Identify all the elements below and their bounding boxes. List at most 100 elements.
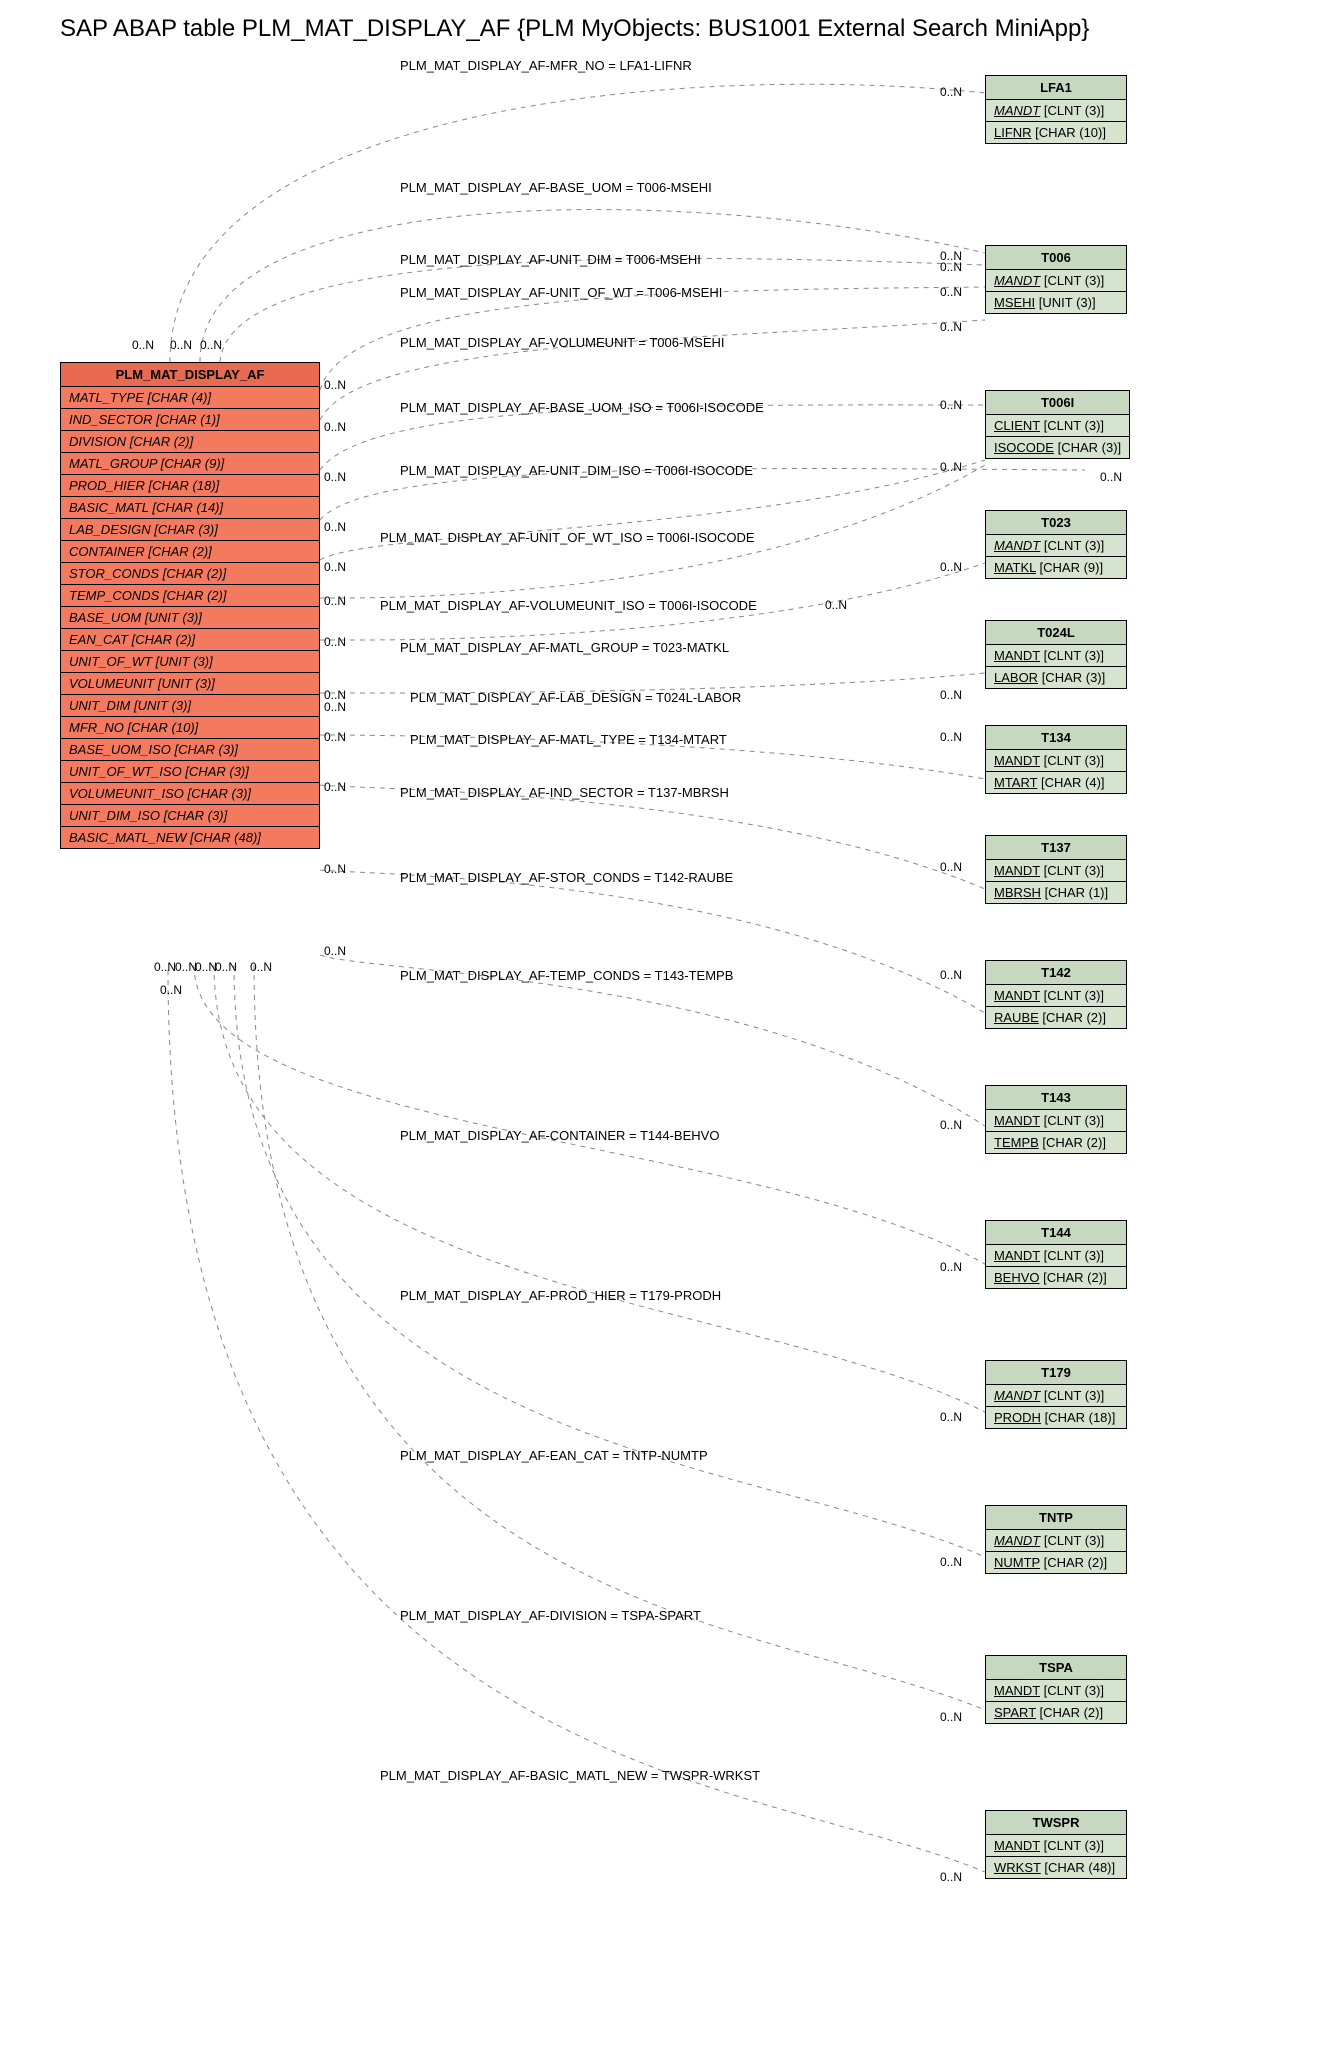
cardinality-label: 0..N xyxy=(940,860,962,874)
ref-entity-twspr: TWSPRMANDT [CLNT (3)]WRKST [CHAR (48)] xyxy=(985,1810,1127,1879)
entity-header: TSPA xyxy=(986,1656,1126,1680)
cardinality-label: 0..N xyxy=(200,338,222,352)
ref-entity-t137: T137MANDT [CLNT (3)]MBRSH [CHAR (1)] xyxy=(985,835,1127,904)
main-entity: PLM_MAT_DISPLAY_AFMATL_TYPE [CHAR (4)]IN… xyxy=(60,362,320,849)
entity-header: T023 xyxy=(986,511,1126,535)
cardinality-label: 0..N xyxy=(940,260,962,274)
relationship-label: PLM_MAT_DISPLAY_AF-UNIT_OF_WT_ISO = T006… xyxy=(380,530,755,545)
ref-entity-t134: T134MANDT [CLNT (3)]MTART [CHAR (4)] xyxy=(985,725,1127,794)
relationship-label: PLM_MAT_DISPLAY_AF-BASIC_MATL_NEW = TWSP… xyxy=(380,1768,760,1783)
entity-header: TWSPR xyxy=(986,1811,1126,1835)
cardinality-label: 0..N xyxy=(324,730,346,744)
relationship-label: PLM_MAT_DISPLAY_AF-CONTAINER = T144-BEHV… xyxy=(400,1128,719,1143)
entity-field: TEMP_CONDS [CHAR (2)] xyxy=(61,585,319,607)
entity-header: T142 xyxy=(986,961,1126,985)
relationship-edges xyxy=(0,0,1335,2046)
cardinality-label: 0..N xyxy=(940,1410,962,1424)
relationship-label: PLM_MAT_DISPLAY_AF-EAN_CAT = TNTP-NUMTP xyxy=(400,1448,708,1463)
entity-field: MANDT [CLNT (3)] xyxy=(986,1245,1126,1267)
ref-entity-t143: T143MANDT [CLNT (3)]TEMPB [CHAR (2)] xyxy=(985,1085,1127,1154)
relationship-label: PLM_MAT_DISPLAY_AF-PROD_HIER = T179-PROD… xyxy=(400,1288,721,1303)
entity-header: T144 xyxy=(986,1221,1126,1245)
entity-field: MTART [CHAR (4)] xyxy=(986,772,1126,793)
ref-entity-tspa: TSPAMANDT [CLNT (3)]SPART [CHAR (2)] xyxy=(985,1655,1127,1724)
entity-field: MANDT [CLNT (3)] xyxy=(986,1385,1126,1407)
cardinality-label: 0..N xyxy=(132,338,154,352)
entity-field: BEHVO [CHAR (2)] xyxy=(986,1267,1126,1288)
cardinality-label: 0..N xyxy=(170,338,192,352)
relationship-label: PLM_MAT_DISPLAY_AF-UNIT_DIM_ISO = T006I-… xyxy=(400,463,753,478)
diagram-title: SAP ABAP table PLM_MAT_DISPLAY_AF {PLM M… xyxy=(60,15,1089,43)
cardinality-label: 0..N xyxy=(215,960,237,974)
cardinality-label: 0..N xyxy=(940,1555,962,1569)
entity-field: TEMPB [CHAR (2)] xyxy=(986,1132,1126,1153)
entity-header: PLM_MAT_DISPLAY_AF xyxy=(61,363,319,387)
relationship-label: PLM_MAT_DISPLAY_AF-BASE_UOM = T006-MSEHI xyxy=(400,180,712,195)
entity-field: MANDT [CLNT (3)] xyxy=(986,1835,1126,1857)
ref-entity-t006: T006MANDT [CLNT (3)]MSEHI [UNIT (3)] xyxy=(985,245,1127,314)
cardinality-label: 0..N xyxy=(154,960,176,974)
ref-entity-t024l: T024LMANDT [CLNT (3)]LABOR [CHAR (3)] xyxy=(985,620,1127,689)
cardinality-label: 0..N xyxy=(940,1870,962,1884)
entity-header: T143 xyxy=(986,1086,1126,1110)
relationship-label: PLM_MAT_DISPLAY_AF-MFR_NO = LFA1-LIFNR xyxy=(400,58,692,73)
entity-field: WRKST [CHAR (48)] xyxy=(986,1857,1126,1878)
cardinality-label: 0..N xyxy=(940,1710,962,1724)
entity-field: SPART [CHAR (2)] xyxy=(986,1702,1126,1723)
entity-field: UNIT_OF_WT [UNIT (3)] xyxy=(61,651,319,673)
entity-field: MATL_GROUP [CHAR (9)] xyxy=(61,453,319,475)
cardinality-label: 0..N xyxy=(940,320,962,334)
entity-header: T006 xyxy=(986,246,1126,270)
entity-field: UNIT_OF_WT_ISO [CHAR (3)] xyxy=(61,761,319,783)
cardinality-label: 0..N xyxy=(940,688,962,702)
ref-entity-tntp: TNTPMANDT [CLNT (3)]NUMTP [CHAR (2)] xyxy=(985,1505,1127,1574)
entity-field: ISOCODE [CHAR (3)] xyxy=(986,437,1129,458)
cardinality-label: 0..N xyxy=(940,968,962,982)
cardinality-label: 0..N xyxy=(175,960,197,974)
entity-field: VOLUMEUNIT_ISO [CHAR (3)] xyxy=(61,783,319,805)
entity-field: CLIENT [CLNT (3)] xyxy=(986,415,1129,437)
entity-field: LABOR [CHAR (3)] xyxy=(986,667,1126,688)
entity-field: MANDT [CLNT (3)] xyxy=(986,1530,1126,1552)
cardinality-label: 0..N xyxy=(1100,470,1122,484)
cardinality-label: 0..N xyxy=(825,598,847,612)
relationship-label: PLM_MAT_DISPLAY_AF-UNIT_DIM = T006-MSEHI xyxy=(400,252,701,267)
ref-entity-lfa1: LFA1MANDT [CLNT (3)]LIFNR [CHAR (10)] xyxy=(985,75,1127,144)
entity-field: MANDT [CLNT (3)] xyxy=(986,860,1126,882)
relationship-label: PLM_MAT_DISPLAY_AF-DIVISION = TSPA-SPART xyxy=(400,1608,701,1623)
entity-header: TNTP xyxy=(986,1506,1126,1530)
entity-field: MFR_NO [CHAR (10)] xyxy=(61,717,319,739)
cardinality-label: 0..N xyxy=(195,960,217,974)
cardinality-label: 0..N xyxy=(324,780,346,794)
entity-field: BASE_UOM_ISO [CHAR (3)] xyxy=(61,739,319,761)
relationship-label: PLM_MAT_DISPLAY_AF-MATL_TYPE = T134-MTAR… xyxy=(410,732,727,747)
relationship-label: PLM_MAT_DISPLAY_AF-UNIT_OF_WT = T006-MSE… xyxy=(400,285,722,300)
entity-field: RAUBE [CHAR (2)] xyxy=(986,1007,1126,1028)
entity-field: BASIC_MATL_NEW [CHAR (48)] xyxy=(61,827,319,848)
entity-header: T006I xyxy=(986,391,1129,415)
entity-header: LFA1 xyxy=(986,76,1126,100)
relationship-label: PLM_MAT_DISPLAY_AF-MATL_GROUP = T023-MAT… xyxy=(400,640,729,655)
entity-field: CONTAINER [CHAR (2)] xyxy=(61,541,319,563)
entity-field: UNIT_DIM [UNIT (3)] xyxy=(61,695,319,717)
entity-field: VOLUMEUNIT [UNIT (3)] xyxy=(61,673,319,695)
entity-field: MANDT [CLNT (3)] xyxy=(986,985,1126,1007)
entity-field: BASE_UOM [UNIT (3)] xyxy=(61,607,319,629)
ref-entity-t179: T179MANDT [CLNT (3)]PRODH [CHAR (18)] xyxy=(985,1360,1127,1429)
entity-header: T137 xyxy=(986,836,1126,860)
cardinality-label: 0..N xyxy=(940,285,962,299)
ref-entity-t144: T144MANDT [CLNT (3)]BEHVO [CHAR (2)] xyxy=(985,1220,1127,1289)
cardinality-label: 0..N xyxy=(940,560,962,574)
entity-field: MANDT [CLNT (3)] xyxy=(986,750,1126,772)
relationship-label: PLM_MAT_DISPLAY_AF-LAB_DESIGN = T024L-LA… xyxy=(410,690,741,705)
cardinality-label: 0..N xyxy=(940,1260,962,1274)
entity-field: MANDT [CLNT (3)] xyxy=(986,270,1126,292)
entity-field: IND_SECTOR [CHAR (1)] xyxy=(61,409,319,431)
entity-header: T134 xyxy=(986,726,1126,750)
relationship-label: PLM_MAT_DISPLAY_AF-TEMP_CONDS = T143-TEM… xyxy=(400,968,733,983)
cardinality-label: 0..N xyxy=(324,520,346,534)
cardinality-label: 0..N xyxy=(324,560,346,574)
entity-header: T024L xyxy=(986,621,1126,645)
entity-field: PRODH [CHAR (18)] xyxy=(986,1407,1126,1428)
cardinality-label: 0..N xyxy=(940,460,962,474)
